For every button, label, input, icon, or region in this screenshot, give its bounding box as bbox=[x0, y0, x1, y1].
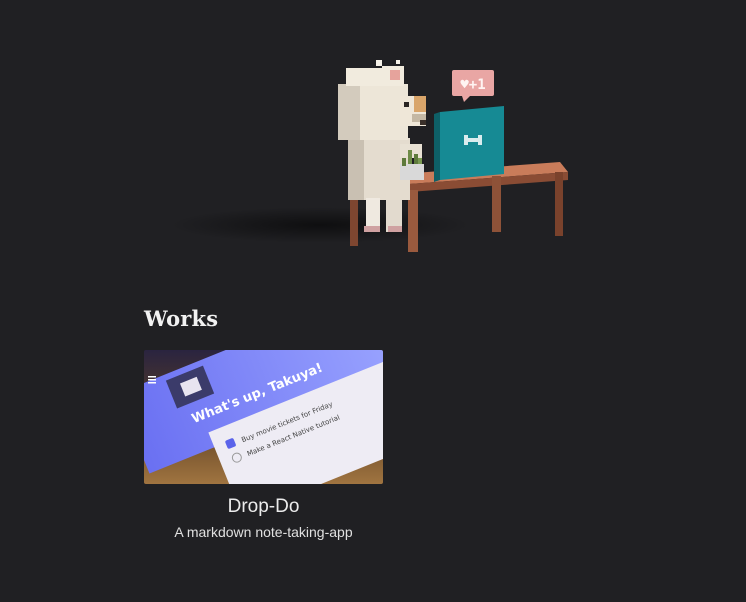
like-bubble: ♥+1 bbox=[452, 70, 494, 102]
hero-illustration: ♥+1 bbox=[170, 60, 568, 252]
works-heading: Works bbox=[144, 306, 219, 331]
work-card-drop-do[interactable]: What's up, Takuya! Buy movie tickets for… bbox=[144, 350, 383, 540]
laptop bbox=[434, 106, 504, 182]
work-title[interactable]: Drop-Do bbox=[144, 496, 383, 518]
work-description: A markdown note-taking-app bbox=[174, 524, 353, 540]
bubble-text: ♥+1 bbox=[460, 77, 485, 93]
work-thumbnail[interactable]: What's up, Takuya! Buy movie tickets for… bbox=[144, 350, 383, 484]
